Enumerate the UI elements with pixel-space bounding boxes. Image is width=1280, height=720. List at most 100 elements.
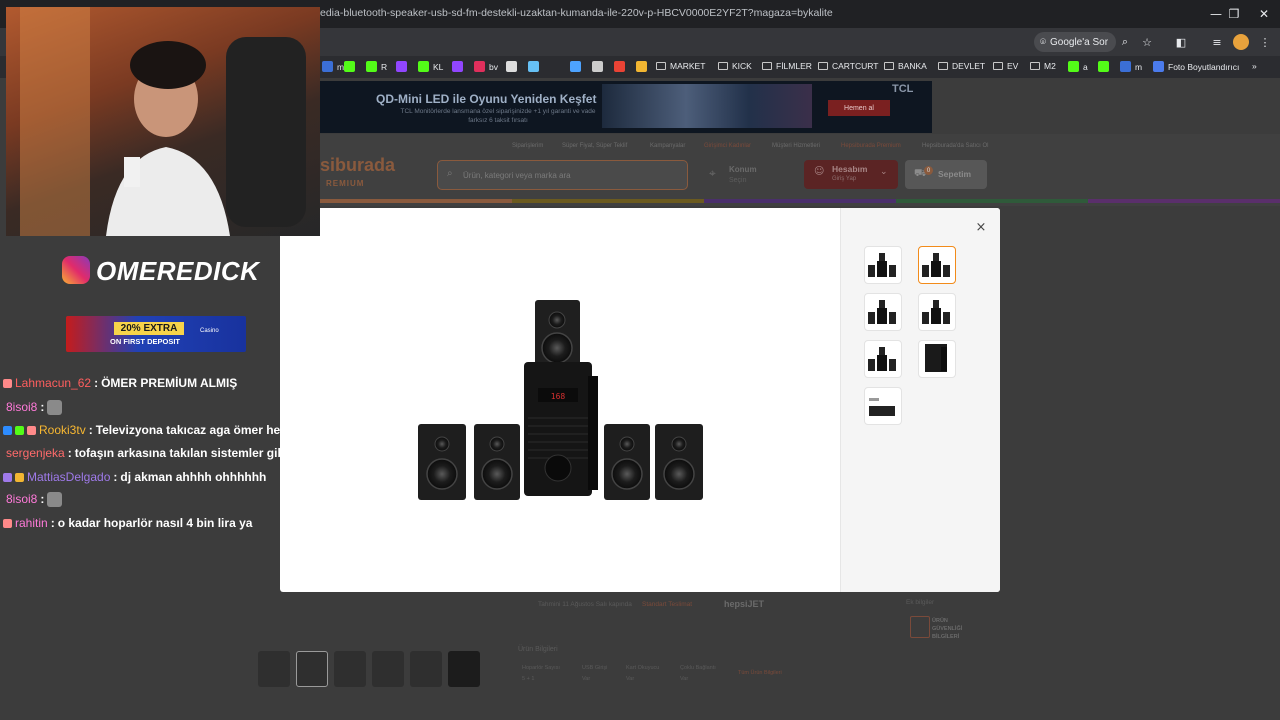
chat-separator: :: [94, 376, 99, 390]
close-window-icon[interactable]: ✕: [1248, 0, 1280, 28]
bookmark-kick-1[interactable]: [344, 61, 355, 72]
bookmark-label: m: [1135, 61, 1143, 72]
kick-icon: [418, 61, 429, 72]
bookmark-twitch-3[interactable]: [396, 61, 407, 72]
favicon-icon: [1120, 61, 1131, 72]
bookmark-twitch-5[interactable]: [452, 61, 463, 72]
bookmark-m-0[interactable]: m: [322, 61, 344, 72]
extensions-icon[interactable]: ◧: [1172, 33, 1190, 51]
thumbnail-1[interactable]: [864, 246, 902, 284]
page-thumbnail[interactable]: [448, 651, 480, 687]
bookmark-map-9[interactable]: [570, 61, 581, 72]
thumbnail-4[interactable]: [918, 293, 956, 331]
close-icon[interactable]: ×: [972, 218, 990, 236]
page-thumbnail[interactable]: [372, 651, 404, 687]
favicon-icon: [1068, 61, 1079, 72]
bookmark-folder-devlet[interactable]: DEVLET: [938, 61, 985, 71]
bookmark-plain[interactable]: [1098, 61, 1109, 72]
ask-google-button[interactable]: ⌾ Google'a Sor: [1034, 32, 1117, 52]
spec-label: USB Girişi: [582, 665, 608, 671]
top-link[interactable]: Hepsiburada'da Satıcı Ol: [922, 143, 989, 149]
menu-dots-icon[interactable]: ⋮: [1256, 33, 1274, 51]
page-thumbnail-active[interactable]: [296, 651, 328, 687]
chat-username: sergenjeka: [6, 446, 65, 460]
chevron-down-icon: ⌄: [880, 167, 888, 177]
account-sub: Giriş Yap: [832, 176, 857, 182]
bookmark-star-icon[interactable]: ☆: [1138, 33, 1156, 51]
reading-list-icon[interactable]: ≡: [1208, 33, 1226, 51]
chat-text: tofaşın arkasına takılan sistemler gibi: [74, 446, 289, 460]
instagram-handle: OMEREDICK: [96, 256, 260, 286]
bookmark-red-6[interactable]: bv: [474, 61, 498, 72]
bookmarks-more-button[interactable]: »: [1252, 61, 1257, 71]
thumbnail-2[interactable]: [918, 246, 956, 284]
bookmark-google-11[interactable]: [614, 61, 625, 72]
gear-icon: [592, 61, 603, 72]
m-icon: [322, 61, 333, 72]
bookmark-folder-banka[interactable]: BANKA: [884, 61, 927, 71]
cart-label: Sepetim: [938, 169, 972, 179]
location-title[interactable]: Konum: [729, 165, 757, 174]
chat-badge-icon: [15, 425, 24, 435]
folder-icon: [993, 62, 1003, 70]
chat-text: dj akman ahhhh ohhhhhh: [120, 470, 267, 484]
safe-product-link[interactable]: ÜRÜN GÜVENLİĞİ BİLGİLERİ: [932, 617, 964, 641]
bookmark-chrome-7[interactable]: [506, 61, 517, 72]
thumbnail-speaker-image: [922, 300, 950, 324]
product-image: 168: [418, 300, 703, 500]
zoom-icon[interactable]: ⌕: [1116, 33, 1134, 51]
all-specs-link[interactable]: Tüm Ürün Bilgileri: [738, 670, 782, 676]
chrome-icon: [506, 61, 517, 72]
bookmark-folder-cartcurt[interactable]: CARTCURT: [818, 61, 878, 71]
steam-icon: [528, 61, 539, 72]
chat-separator: :: [50, 516, 55, 530]
bookmark-foto-boyutlandirici[interactable]: Foto Boyutlandırıcı: [1153, 61, 1239, 72]
bookmark-m[interactable]: m: [1120, 61, 1142, 72]
top-link[interactable]: Süper Fiyat, Süper Teklif: [562, 143, 627, 149]
chat-separator: :: [40, 492, 45, 506]
spec-value: 5 + 1: [522, 676, 535, 682]
chat-badge-icon: [3, 425, 12, 435]
streamer-silhouette: [20, 7, 306, 236]
banner-cta-button[interactable]: Hemen al: [828, 100, 890, 116]
bookmark-folder-kick[interactable]: KICK: [718, 61, 752, 71]
bookmark-label: BANKA: [898, 61, 927, 71]
bookmark-folder-m2[interactable]: M2: [1030, 61, 1056, 71]
bookmark-steam-8[interactable]: [528, 61, 539, 72]
folder-icon: [938, 62, 948, 70]
bookmark-folder-market[interactable]: MARKET: [656, 61, 705, 71]
page-thumbnail[interactable]: [410, 651, 442, 687]
top-link[interactable]: Kampanyalar: [650, 143, 685, 149]
document-icon: [910, 616, 930, 638]
top-link[interactable]: Müşteri Hizmetleri: [772, 143, 820, 149]
category-stripe: [704, 199, 896, 203]
bookmark-a[interactable]: a: [1068, 61, 1088, 72]
kick-icon: [366, 61, 377, 72]
banner-subtitle: TCL Monitörlerde lansmana özel siparişin…: [400, 108, 596, 124]
page-thumbnail[interactable]: [258, 651, 290, 687]
bookmark-kick-4[interactable]: KL: [418, 61, 443, 72]
delivery-tag: Standart Teslimat: [642, 601, 693, 608]
folder-icon: [718, 62, 728, 70]
thumbnail-3[interactable]: [864, 293, 902, 331]
bookmark-folder-filmler[interactable]: FİLMLER: [762, 61, 812, 71]
bookmark-yellow-12[interactable]: [636, 61, 647, 72]
bookmark-kick-2[interactable]: R: [366, 61, 387, 72]
bookmark-label: KL: [433, 61, 444, 72]
site-logo[interactable]: siburada: [320, 155, 395, 176]
profile-avatar[interactable]: [1233, 34, 1249, 50]
bookmark-gear-10[interactable]: [592, 61, 603, 72]
thumbnail-7[interactable]: [864, 387, 902, 425]
chat-emote-icon: [47, 491, 63, 507]
location-sub: Seçin: [729, 177, 747, 184]
thumbnail-6[interactable]: [918, 340, 956, 378]
bookmark-folder-ev[interactable]: EV: [993, 61, 1018, 71]
top-link[interactable]: Hepsiburada Premium: [841, 143, 901, 149]
chat-badge-icon: [3, 472, 12, 482]
top-link[interactable]: Girişimci Kadınlar: [704, 143, 751, 149]
url-text[interactable]: edia-bluetooth-speaker-usb-sd-fm-destekl…: [320, 7, 833, 19]
page-thumbnail[interactable]: [334, 651, 366, 687]
top-link[interactable]: Siparişlerim: [512, 143, 543, 149]
thumbnail-5[interactable]: [864, 340, 902, 378]
restore-icon[interactable]: ❐: [1218, 0, 1250, 28]
